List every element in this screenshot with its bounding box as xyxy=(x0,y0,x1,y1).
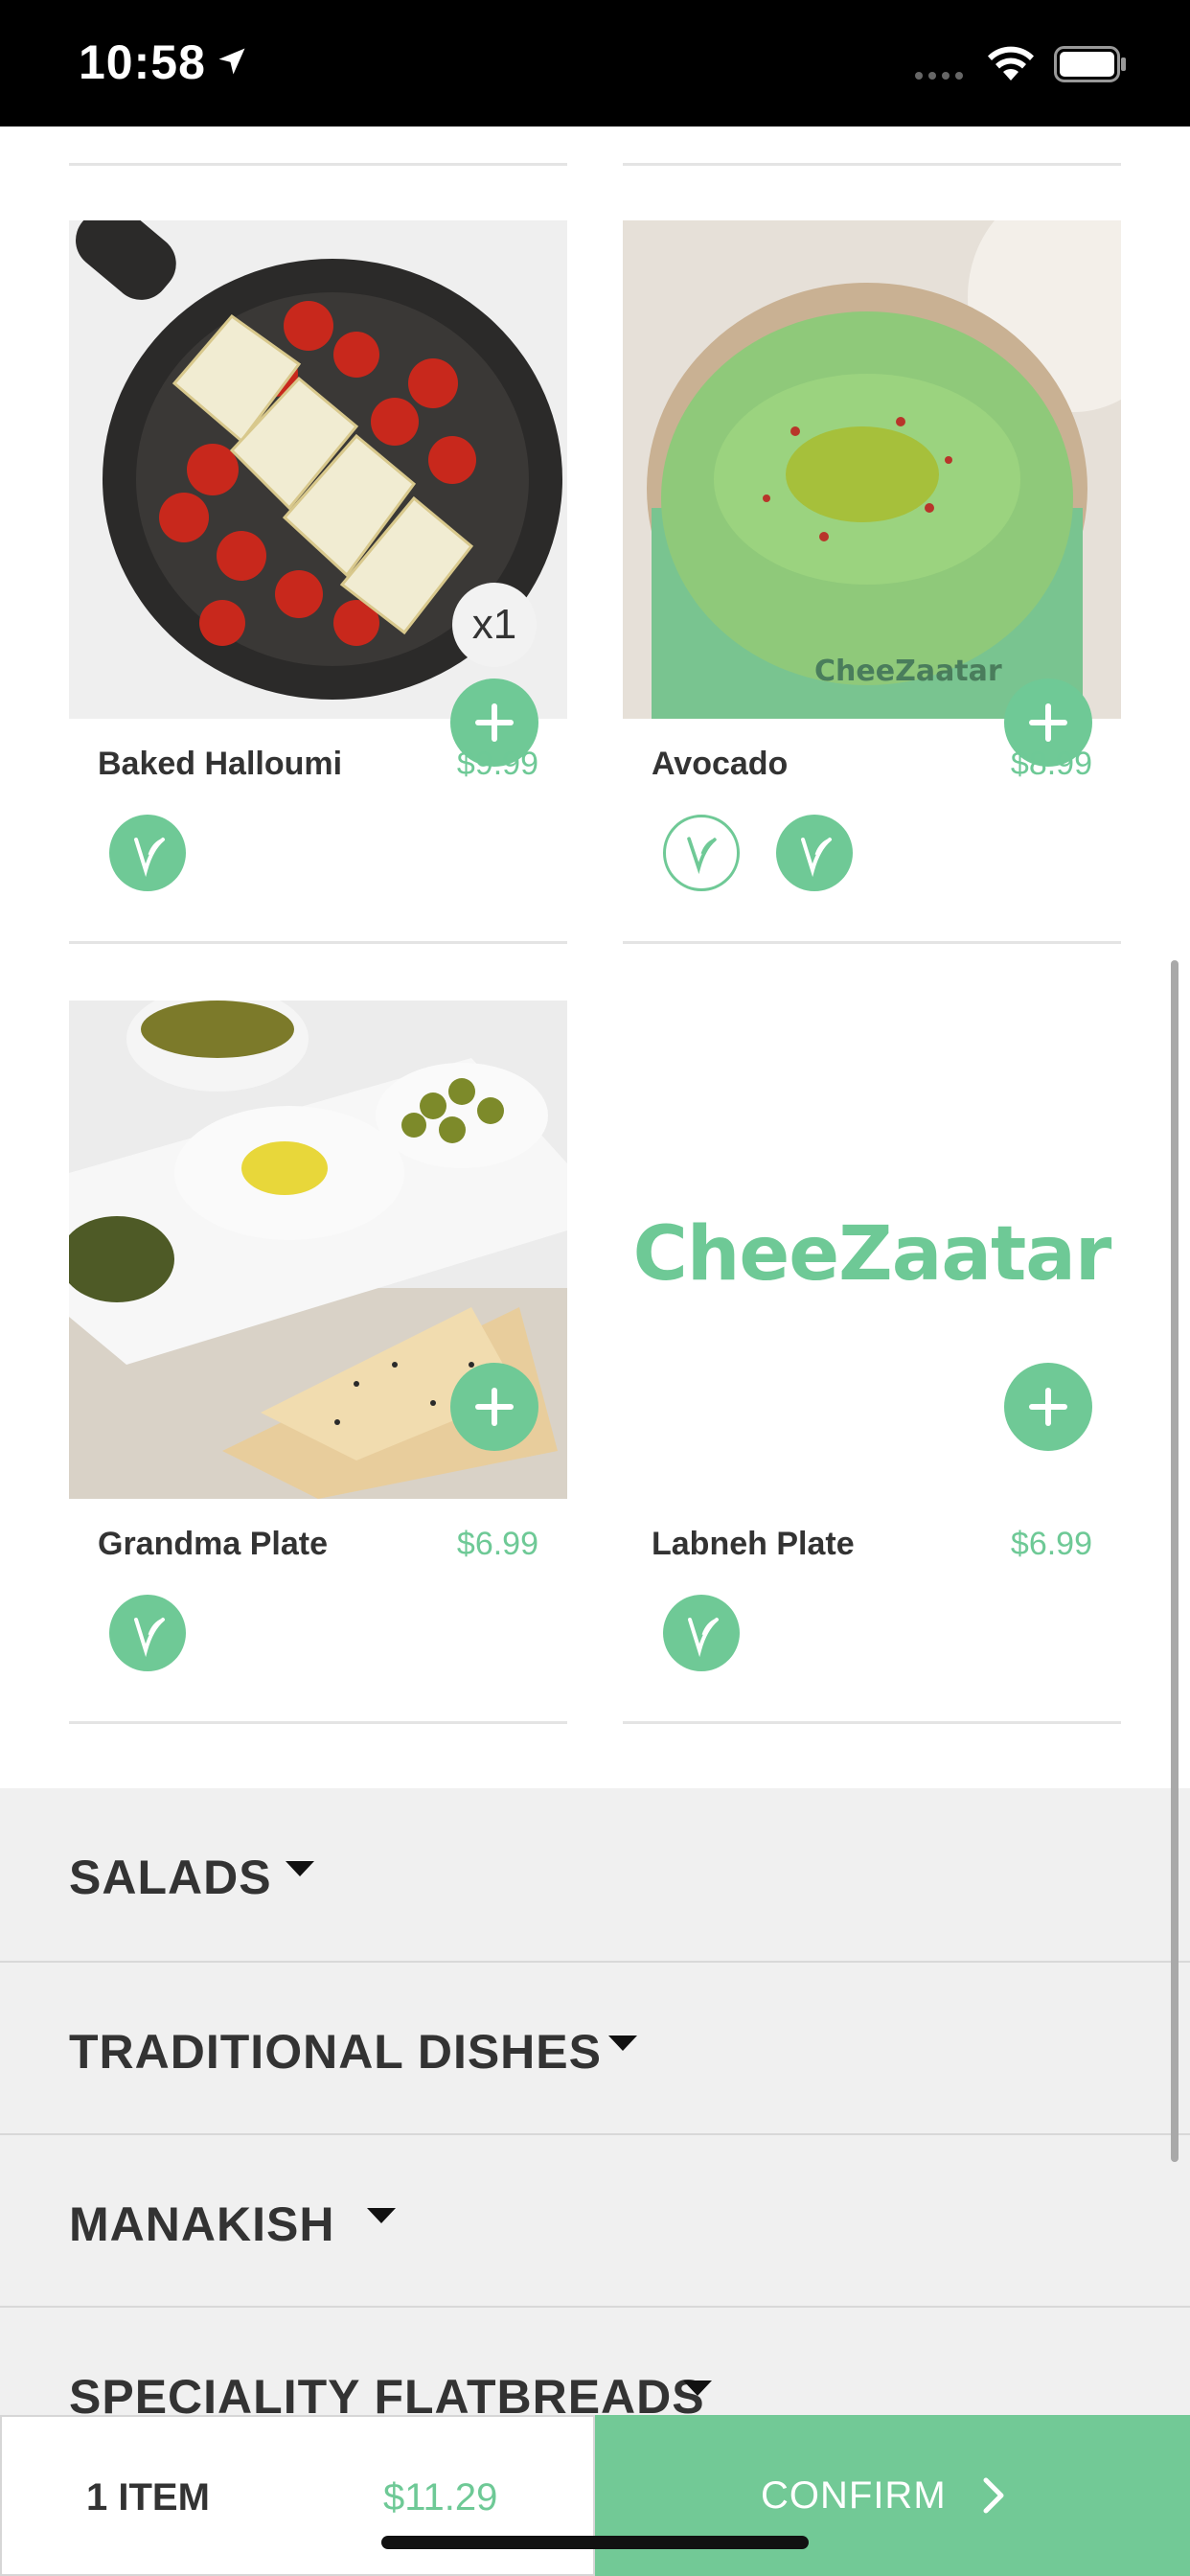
add-to-cart-button[interactable] xyxy=(450,1363,538,1451)
divider xyxy=(69,941,567,944)
caret-down-icon xyxy=(367,2208,396,2223)
product-name: Baked Halloumi xyxy=(98,746,343,782)
quantity-badge: x1 xyxy=(452,583,537,667)
divider xyxy=(623,1721,1121,1724)
battery-icon xyxy=(1054,46,1126,82)
vegetarian-icon xyxy=(663,1595,740,1671)
vegetarian-icon xyxy=(109,815,186,891)
category-traditional-dishes[interactable]: TRADITIONAL DISHES xyxy=(0,1961,1190,2133)
location-arrow-icon xyxy=(218,48,245,75)
category-label: TRADITIONAL DISHES xyxy=(69,2025,602,2079)
product-price: $8.99 xyxy=(1010,746,1092,782)
status-bar: 10:58 xyxy=(0,0,1190,126)
divider xyxy=(69,1721,567,1724)
category-label: SALADS xyxy=(69,1851,272,1904)
cart-bar: 1 ITEM $11.29 CONFIRM xyxy=(0,2415,1190,2576)
cart-item-count: 1 ITEM xyxy=(86,2476,210,2518)
scrollbar[interactable] xyxy=(1171,960,1179,2162)
category-label: MANAKISH xyxy=(69,2197,335,2251)
product-price: $6.99 xyxy=(1010,1526,1092,1562)
caret-down-icon xyxy=(286,1861,314,1876)
add-to-cart-button[interactable] xyxy=(1004,1363,1092,1451)
product-name: Avocado xyxy=(652,746,789,782)
menu-content: x1 Baked Halloumi $9.99 CheeZaatar Avoca… xyxy=(0,126,1190,2576)
status-time: 10:58 xyxy=(79,35,206,89)
product-card-grandma-plate[interactable]: Grandma Plate $6.99 xyxy=(69,1000,567,1690)
svg-text:CheeZaatar: CheeZaatar xyxy=(814,655,1002,688)
wifi-icon xyxy=(988,46,1034,80)
signal-icon xyxy=(915,72,963,80)
caret-down-icon xyxy=(608,2036,637,2051)
product-name: Labneh Plate xyxy=(652,1526,855,1562)
divider xyxy=(623,163,1121,166)
product-card-baked-halloumi[interactable]: x1 Baked Halloumi $9.99 xyxy=(69,220,567,910)
brand-logo: CheeZaatar xyxy=(632,1211,1112,1298)
home-indicator xyxy=(381,2536,809,2549)
product-price: $6.99 xyxy=(456,1526,538,1562)
vegetarian-icon xyxy=(776,815,853,891)
cart-total: $11.29 xyxy=(383,2476,498,2518)
divider xyxy=(69,163,567,166)
product-card-avocado[interactable]: CheeZaatar Avocado $8.99 xyxy=(623,220,1121,910)
vegan-icon xyxy=(663,815,740,891)
product-price: $9.99 xyxy=(456,746,538,782)
confirm-label: CONFIRM xyxy=(761,2474,947,2517)
product-card-labneh-plate[interactable]: CheeZaatar Labneh Plate $6.99 xyxy=(623,1000,1121,1690)
category-manakish[interactable]: MANAKISH xyxy=(0,2133,1190,2306)
chevron-right-icon xyxy=(983,2477,1004,2514)
product-name: Grandma Plate xyxy=(98,1526,328,1562)
caret-down-icon xyxy=(683,2380,712,2396)
confirm-button[interactable]: CONFIRM xyxy=(595,2415,1190,2576)
category-salads[interactable]: SALADS xyxy=(0,1788,1190,1961)
divider xyxy=(623,941,1121,944)
product-image: CheeZaatar xyxy=(623,220,1121,719)
cart-summary[interactable]: 1 ITEM $11.29 xyxy=(0,2415,595,2576)
vegetarian-icon xyxy=(109,1595,186,1671)
